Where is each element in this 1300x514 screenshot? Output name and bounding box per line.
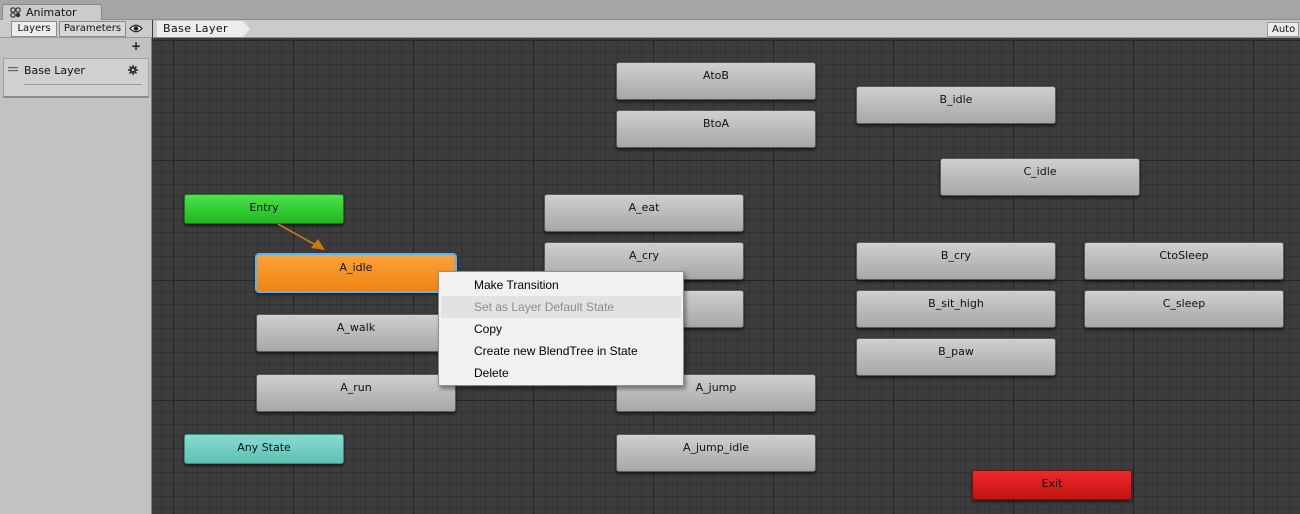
state-node-b-sit-high[interactable]: B_sit_high	[856, 290, 1056, 328]
breadcrumb-bar: Base Layer Auto	[153, 20, 1300, 38]
state-node-c-idle[interactable]: C_idle	[940, 158, 1140, 196]
default-transition-arrow[interactable]	[273, 218, 333, 254]
auto-live-link-button[interactable]: Auto	[1267, 22, 1299, 37]
state-node-ctosleep[interactable]: CtoSleep	[1084, 242, 1284, 280]
breadcrumb-arrow	[243, 21, 250, 37]
menu-item-delete[interactable]: Delete	[441, 362, 681, 384]
menu-item-make-transition[interactable]: Make Transition	[441, 274, 681, 296]
layers-panel: Layers Parameters + Base Layer	[0, 20, 152, 514]
any-state-node[interactable]: Any State	[184, 434, 344, 464]
context-menu: Make Transition Set as Layer Default Sta…	[438, 271, 684, 386]
menu-item-set-default-state: Set as Layer Default State	[441, 296, 681, 318]
state-node-b-paw[interactable]: B_paw	[856, 338, 1056, 376]
breadcrumb[interactable]: Base Layer	[157, 21, 243, 37]
eye-icon[interactable]	[129, 23, 143, 34]
menu-item-copy[interactable]: Copy	[441, 318, 681, 340]
layer-item-base-layer[interactable]: Base Layer	[3, 58, 149, 98]
exit-node[interactable]: Exit	[972, 470, 1132, 500]
window-title: Animator	[26, 6, 77, 19]
state-node-c-sleep[interactable]: C_sleep	[1084, 290, 1284, 328]
panel-tabs: Layers Parameters	[0, 20, 152, 38]
animator-icon	[10, 7, 21, 18]
state-node-btoa[interactable]: BtoA	[616, 110, 816, 148]
tab-parameters[interactable]: Parameters	[59, 21, 126, 37]
state-node-a-eat[interactable]: A_eat	[544, 194, 744, 232]
state-node-a-jump-idle[interactable]: A_jump_idle	[616, 434, 816, 472]
window-tab-bar: Animator	[0, 0, 1300, 21]
drag-handle-icon[interactable]	[8, 67, 18, 73]
layer-name: Base Layer	[24, 64, 85, 77]
state-node-a-walk[interactable]: A_walk	[256, 314, 456, 352]
menu-item-create-blendtree[interactable]: Create new BlendTree in State	[441, 340, 681, 362]
animator-window-tab[interactable]: Animator	[2, 4, 102, 21]
state-node-a-run[interactable]: A_run	[256, 374, 456, 412]
tab-layers[interactable]: Layers	[11, 21, 57, 37]
breadcrumb-label: Base Layer	[163, 22, 228, 35]
state-node-b-cry[interactable]: B_cry	[856, 242, 1056, 280]
add-layer-button[interactable]: +	[131, 39, 141, 53]
state-machine-graph[interactable]: Entry Any State Exit A_idle A_walk A_run…	[153, 38, 1300, 514]
state-node-b-idle[interactable]: B_idle	[856, 86, 1056, 124]
state-node-atob[interactable]: AtoB	[616, 62, 816, 100]
gear-icon[interactable]	[128, 65, 138, 75]
state-node-a-idle[interactable]: A_idle	[256, 254, 456, 292]
layer-weight-slider[interactable]	[24, 84, 142, 85]
